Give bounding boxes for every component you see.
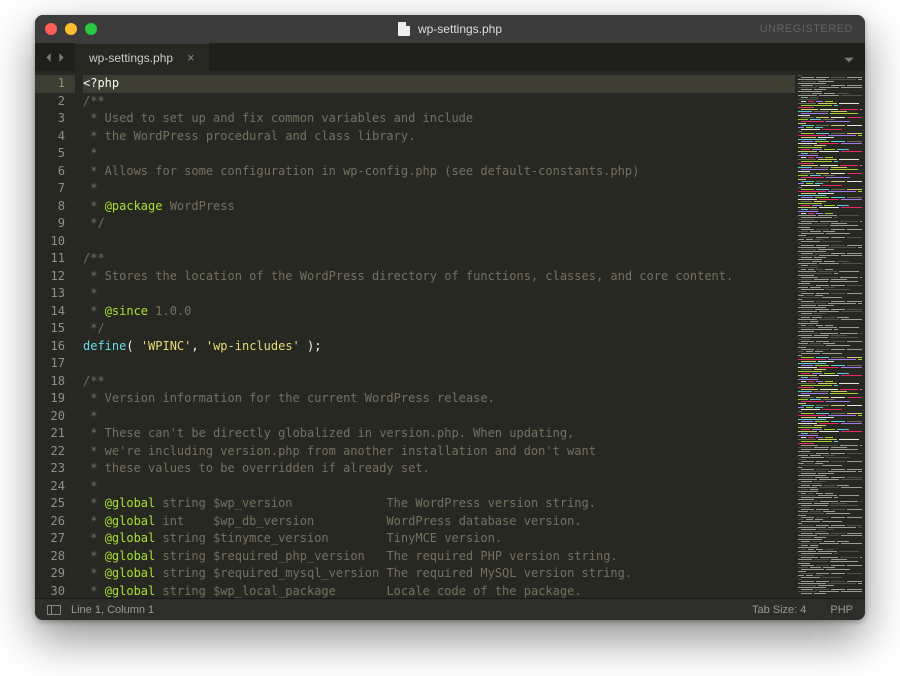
status-cursor[interactable]: Line 1, Column 1 [71, 604, 154, 616]
line-number: 20 [35, 408, 75, 426]
code-line: <?php [83, 75, 795, 93]
code-line: * @global string $wp_version The WordPre… [83, 495, 795, 513]
code-line: * [83, 478, 795, 496]
line-number: 6 [35, 163, 75, 181]
code-line: * [83, 285, 795, 303]
code-line: * the WordPress procedural and class lib… [83, 128, 795, 146]
code-line: * [83, 408, 795, 426]
line-number: 30 [35, 583, 75, 599]
line-number: 25 [35, 495, 75, 513]
line-number: 27 [35, 530, 75, 548]
code-line [83, 233, 795, 251]
line-number: 16 [35, 338, 75, 356]
code-line: * @global string $tinymce_version TinyMC… [83, 530, 795, 548]
line-number: 26 [35, 513, 75, 531]
line-number-gutter[interactable]: 1234567891011121314151617181920212223242… [35, 71, 75, 598]
code-line: */ [83, 215, 795, 233]
line-number: 19 [35, 390, 75, 408]
code-line: * @global string $required_php_version T… [83, 548, 795, 566]
line-number: 23 [35, 460, 75, 478]
line-number: 12 [35, 268, 75, 286]
code-line: /** [83, 93, 795, 111]
tab-active[interactable]: wp-settings.php × [75, 43, 209, 71]
line-number: 15 [35, 320, 75, 338]
code-line: * These can't be directly globalized in … [83, 425, 795, 443]
line-number: 13 [35, 285, 75, 303]
code-line: /** [83, 373, 795, 391]
code-line: * @global string $wp_local_package Local… [83, 583, 795, 599]
file-icon [398, 22, 410, 36]
code-line: * these values to be overridden if alrea… [83, 460, 795, 478]
window-title: wp-settings.php [35, 15, 865, 43]
code-line: * Stores the location of the WordPress d… [83, 268, 795, 286]
line-number: 21 [35, 425, 75, 443]
line-number: 2 [35, 93, 75, 111]
line-number: 24 [35, 478, 75, 496]
line-number: 1 [35, 75, 75, 93]
code-line: * @global int $wp_db_version WordPress d… [83, 513, 795, 531]
code-line: * Allows for some configuration in wp-co… [83, 163, 795, 181]
line-number: 18 [35, 373, 75, 391]
nav-forward-button[interactable] [56, 48, 67, 67]
code-line: * @package WordPress [83, 198, 795, 216]
line-number: 3 [35, 110, 75, 128]
line-number: 22 [35, 443, 75, 461]
code-line: * Used to set up and fix common variable… [83, 110, 795, 128]
line-number: 5 [35, 145, 75, 163]
line-number: 9 [35, 215, 75, 233]
tab-bar: wp-settings.php × [35, 43, 865, 71]
line-number: 14 [35, 303, 75, 321]
window-titlebar: wp-settings.php UNREGISTERED [35, 15, 865, 43]
code-line: * we're including version.php from anoth… [83, 443, 795, 461]
tab-label: wp-settings.php [89, 51, 173, 65]
editor-window: wp-settings.php UNREGISTERED wp-settings… [35, 15, 865, 620]
line-number: 10 [35, 233, 75, 251]
code-line: * @since 1.0.0 [83, 303, 795, 321]
status-language[interactable]: PHP [830, 604, 853, 616]
code-line: */ [83, 320, 795, 338]
code-line [83, 355, 795, 373]
minimap[interactable] [795, 71, 865, 598]
line-number: 4 [35, 128, 75, 146]
status-tabsize[interactable]: Tab Size: 4 [752, 604, 806, 616]
unregistered-label: UNREGISTERED [760, 23, 853, 35]
code-line: define( 'WPINC', 'wp-includes' ); [83, 338, 795, 356]
code-line: * [83, 145, 795, 163]
code-line: * Version information for the current Wo… [83, 390, 795, 408]
code-area[interactable]: <?php/** * Used to set up and fix common… [75, 71, 795, 598]
sidebar-toggle-icon[interactable] [47, 605, 61, 615]
line-number: 8 [35, 198, 75, 216]
history-nav [35, 43, 75, 71]
tab-overflow-button[interactable] [843, 51, 855, 70]
editor-pane: 1234567891011121314151617181920212223242… [35, 71, 865, 598]
code-line: * [83, 180, 795, 198]
tab-close-button[interactable]: × [183, 50, 199, 65]
line-number: 17 [35, 355, 75, 373]
code-line: * @global string $required_mysql_version… [83, 565, 795, 583]
status-bar: Line 1, Column 1 Tab Size: 4 PHP [35, 598, 865, 620]
nav-back-button[interactable] [43, 48, 54, 67]
code-line: /** [83, 250, 795, 268]
line-number: 28 [35, 548, 75, 566]
line-number: 11 [35, 250, 75, 268]
line-number: 7 [35, 180, 75, 198]
line-number: 29 [35, 565, 75, 583]
window-title-text: wp-settings.php [418, 22, 502, 36]
